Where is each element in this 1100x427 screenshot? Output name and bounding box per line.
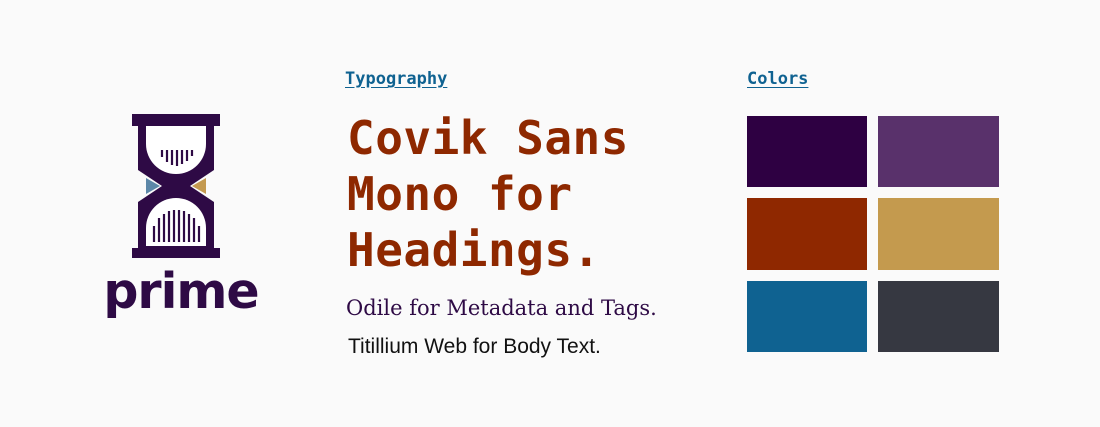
metadata-font-sample: Odile for Metadata and Tags.: [346, 296, 657, 320]
prime-logo: prime: [96, 112, 266, 342]
heading-sample-line: Headings.: [347, 223, 601, 277]
typography-link[interactable]: Typography: [345, 67, 447, 91]
colors-link[interactable]: Colors: [747, 67, 808, 91]
color-swatch: [747, 116, 867, 187]
heading-sample-line: Covik Sans: [347, 111, 629, 165]
color-swatch-grid: [747, 116, 999, 352]
prime-wordmark: prime: [103, 263, 259, 320]
color-swatch: [747, 281, 867, 352]
heading-font-sample: Covik Sans Mono for Headings.: [347, 110, 707, 278]
body-font-sample: Titillium Web for Body Text.: [348, 335, 601, 358]
color-swatch: [878, 281, 999, 352]
hourglass-icon: [132, 114, 220, 258]
color-swatch: [878, 198, 999, 270]
color-swatch: [878, 116, 999, 187]
heading-sample-line: Mono for: [347, 167, 573, 221]
color-swatch: [747, 198, 867, 270]
